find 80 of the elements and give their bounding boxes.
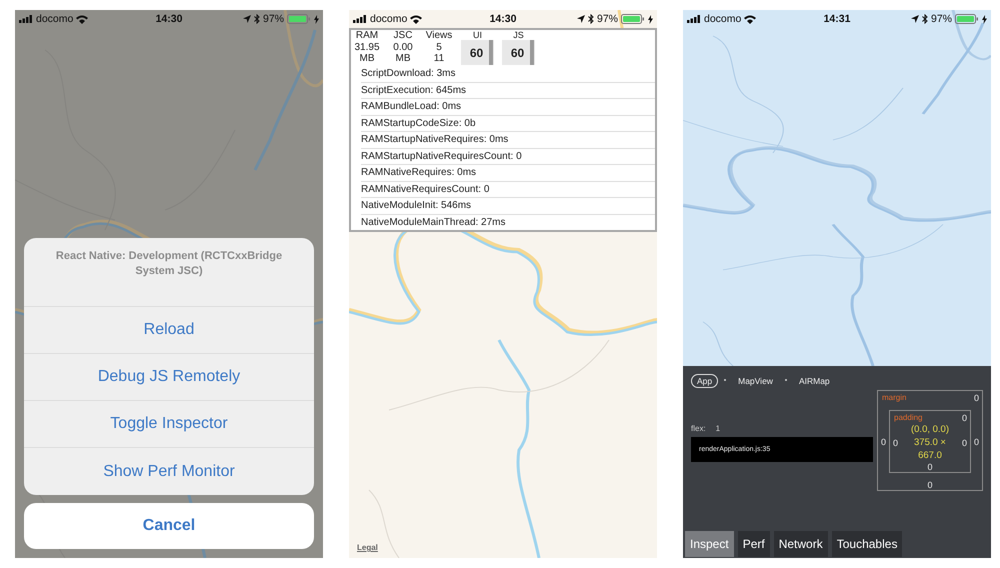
stat-label: RAM [356,30,378,42]
padding-bottom: 0 [926,462,934,472]
metric-row: NativeModuleMainThread: 27ms [361,214,655,230]
breadcrumb[interactable]: App [691,374,718,388]
sheet-title: React Native: Development (RCTCxxBridge System JSC) [24,238,314,307]
metric-row: RAMStartupNativeRequiresCount: 0 [361,148,655,164]
metric-row: RAMNativeRequiresCount: 0 [361,180,655,197]
clock-time: 14:31 [824,13,850,25]
cancel-button[interactable]: Cancel [24,503,314,549]
position-value: (0.0, 0.0) [910,423,950,436]
padding-right: 0 [960,438,968,448]
separator-dot [724,379,726,381]
tab[interactable]: Inspect [685,531,734,557]
stat-detail: MB [396,53,410,64]
tab[interactable]: Touchables [832,531,902,557]
action-button[interactable]: Toggle Inspector [24,401,314,448]
tab[interactable]: Perf [738,531,770,557]
location-arrow-icon [911,15,919,23]
metric-row: RAMNativeRequires: 0ms [361,164,655,180]
metric-row: ScriptExecution: 645ms [361,82,655,98]
wifi-icon [410,14,422,24]
fps-label: UI [473,30,482,40]
stat-detail: 11 [434,53,444,64]
carrier-name: docomo [370,13,408,25]
charging-bolt-icon [648,14,654,24]
bluetooth-icon [922,14,928,24]
stat-value: 5 [436,42,442,53]
style-key: flex: [691,424,706,433]
fps-label: JS [513,30,524,40]
stat-detail: MB [360,53,374,64]
margin-bottom: 0 [926,480,934,490]
margin-label: margin [882,393,906,403]
battery-icon [621,14,646,24]
breadcrumb[interactable]: MapView [732,374,779,388]
bluetooth-icon [254,14,260,24]
wifi-icon [744,14,756,24]
padding-label: padding [894,413,922,423]
breadcrumb[interactable]: AIRMap [792,374,836,388]
margin-left: 0 [880,436,888,446]
metric-row: RAMStartupCodeSize: 0b [361,114,655,131]
size-value: 375.0 × 667.0 [913,436,947,462]
signal-icon [687,15,701,23]
signal-icon [19,15,33,23]
stat-label: JSC [394,30,412,42]
battery-percent: 97% [263,13,284,25]
metric-row: NativeModuleInit: 546ms [361,197,655,214]
metric-row: RAMBundleLoad: 0ms [361,98,655,114]
stat-label: Views [426,30,452,42]
separator-dot [784,379,787,381]
clock-time: 14:30 [490,13,516,25]
location-arrow-icon [243,15,251,23]
metric-row: RAMStartupNativeRequires: 0ms [361,131,655,148]
margin-right: 0 [972,436,980,446]
charging-bolt-icon [982,14,988,24]
battery-icon [955,14,980,24]
fps-meter: 60 [502,40,535,65]
stat-value: 31.95 [354,42,380,53]
action-button[interactable]: Show Perf Monitor [24,448,314,495]
battery-icon [287,14,312,24]
carrier-name: docomo [36,13,74,25]
margin-top: 0 [974,393,979,403]
padding-left: 0 [892,438,900,448]
battery-percent: 97% [597,13,618,25]
location-arrow-icon [577,15,585,23]
padding-top: 0 [962,413,967,423]
carrier-name: docomo [704,13,742,25]
legal-link[interactable]: Legal [357,543,657,552]
action-button[interactable]: Debug JS Remotely [24,354,314,401]
clock-time: 14:30 [156,13,182,25]
metric-row-text: ScriptDownload: 3ms [361,67,456,81]
fps-meter: 60 [461,40,494,65]
action-button[interactable]: Reload [24,307,314,354]
tab[interactable]: Network [774,531,828,557]
signal-icon [353,15,367,23]
charging-bolt-icon [314,14,320,24]
wifi-icon [76,14,88,24]
style-value: 1 [716,424,720,433]
stat-value: 0.00 [393,42,413,53]
bluetooth-icon [588,14,594,24]
battery-percent: 97% [931,13,952,25]
